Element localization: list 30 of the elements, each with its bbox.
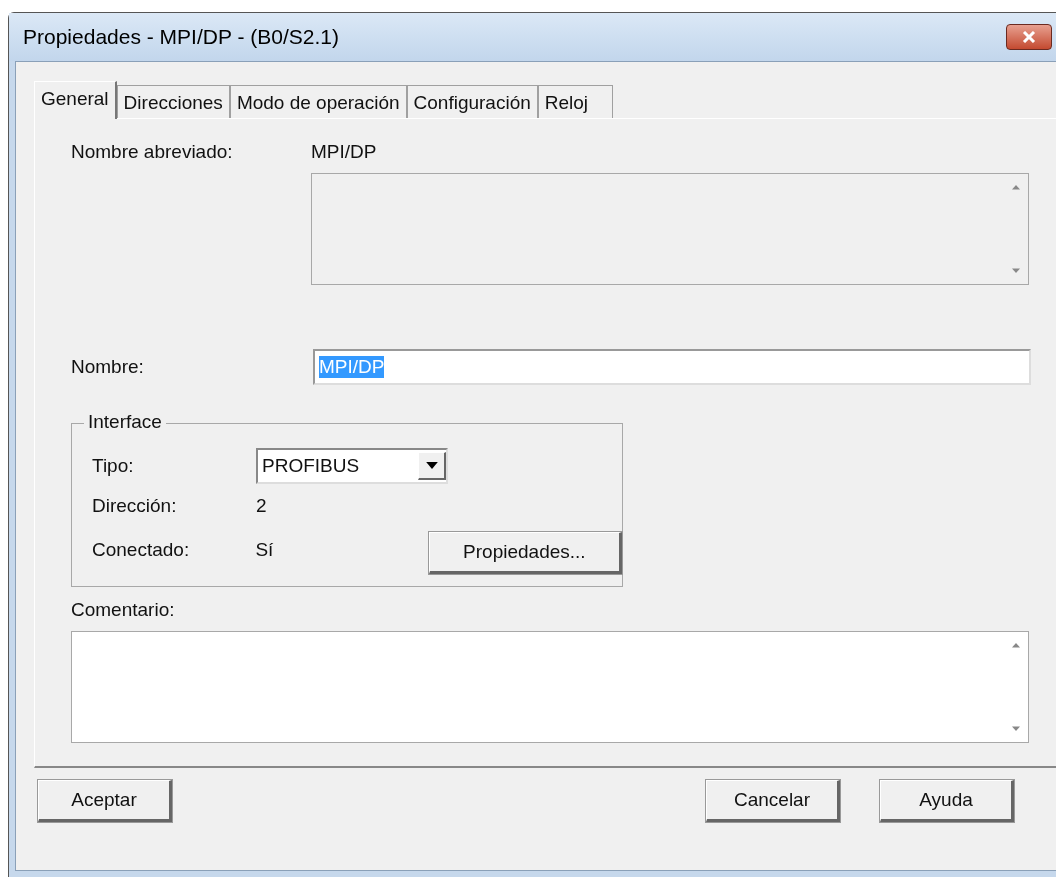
window-title: Propiedades - MPI/DP - (B0/S2.1) bbox=[23, 25, 340, 49]
field-label: Nombre abreviado: bbox=[71, 141, 234, 163]
comment-field[interactable] bbox=[71, 631, 1029, 743]
scroll-up-icon[interactable] bbox=[1011, 184, 1021, 190]
ok-button[interactable]: Aceptar bbox=[38, 780, 172, 822]
field-label: Comentario: bbox=[71, 599, 176, 621]
field-value: Sí bbox=[255, 539, 275, 561]
tab[interactable]: Reloj bbox=[537, 85, 614, 118]
field-label: Conectado: bbox=[92, 539, 191, 561]
tab[interactable]: General bbox=[34, 81, 117, 119]
field-label: Nombre: bbox=[71, 356, 145, 378]
scroll-up-icon[interactable] bbox=[1011, 642, 1021, 648]
dropdown-button[interactable] bbox=[418, 452, 446, 480]
tab[interactable]: Modo de operación bbox=[229, 85, 407, 118]
field-label: Tipo: bbox=[92, 455, 135, 477]
caret-icon bbox=[425, 462, 438, 469]
field-label: Dirección: bbox=[92, 495, 178, 517]
field-value: 2 bbox=[256, 495, 268, 517]
tab[interactable]: Configuración bbox=[406, 85, 538, 118]
tab[interactable]: Direcciones bbox=[116, 85, 230, 118]
type-dropdown[interactable]: PROFIBUS bbox=[256, 448, 448, 484]
scroll-down-icon[interactable] bbox=[1011, 268, 1021, 274]
close-button[interactable] bbox=[1006, 24, 1052, 50]
properties-button[interactable]: Propiedades... bbox=[428, 532, 622, 574]
close-icon bbox=[1022, 31, 1036, 43]
help-button[interactable]: Ayuda bbox=[880, 780, 1014, 822]
field-value: MPI/DP bbox=[311, 141, 377, 163]
description-field[interactable] bbox=[311, 173, 1029, 285]
scroll-down-icon[interactable] bbox=[1011, 726, 1021, 732]
cancel-button[interactable]: Cancelar bbox=[706, 780, 840, 822]
